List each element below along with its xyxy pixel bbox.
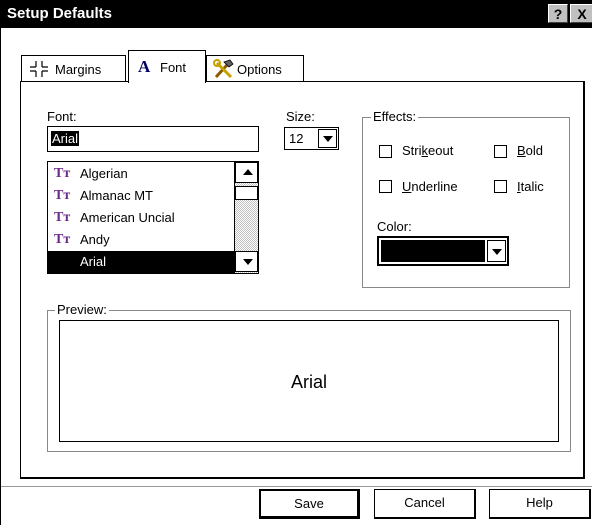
setup-defaults-dialog: Setup Defaults ? X Margins A Font Option… bbox=[0, 0, 592, 525]
tab-font[interactable]: A Font bbox=[128, 50, 206, 83]
help-title-button[interactable]: ? bbox=[548, 4, 568, 23]
tab-margins-label: Margins bbox=[55, 62, 102, 77]
tab-font-label: Font bbox=[160, 60, 187, 75]
tab-options[interactable]: Options bbox=[206, 55, 304, 81]
save-button[interactable]: Save bbox=[259, 489, 360, 519]
tab-margins[interactable]: Margins bbox=[21, 55, 126, 81]
font-a-icon: A bbox=[138, 57, 151, 76]
tab-options-label: Options bbox=[237, 62, 282, 77]
close-title-button[interactable]: X bbox=[570, 4, 592, 23]
margins-icon bbox=[30, 61, 48, 80]
help-button[interactable]: Help bbox=[489, 489, 591, 519]
divider bbox=[1, 486, 592, 487]
tools-icon bbox=[213, 59, 235, 82]
font-tab-panel bbox=[20, 81, 585, 479]
title-bar: Setup Defaults ? X bbox=[1, 0, 592, 28]
window-title: Setup Defaults bbox=[7, 5, 113, 22]
cancel-button[interactable]: Cancel bbox=[374, 489, 476, 519]
